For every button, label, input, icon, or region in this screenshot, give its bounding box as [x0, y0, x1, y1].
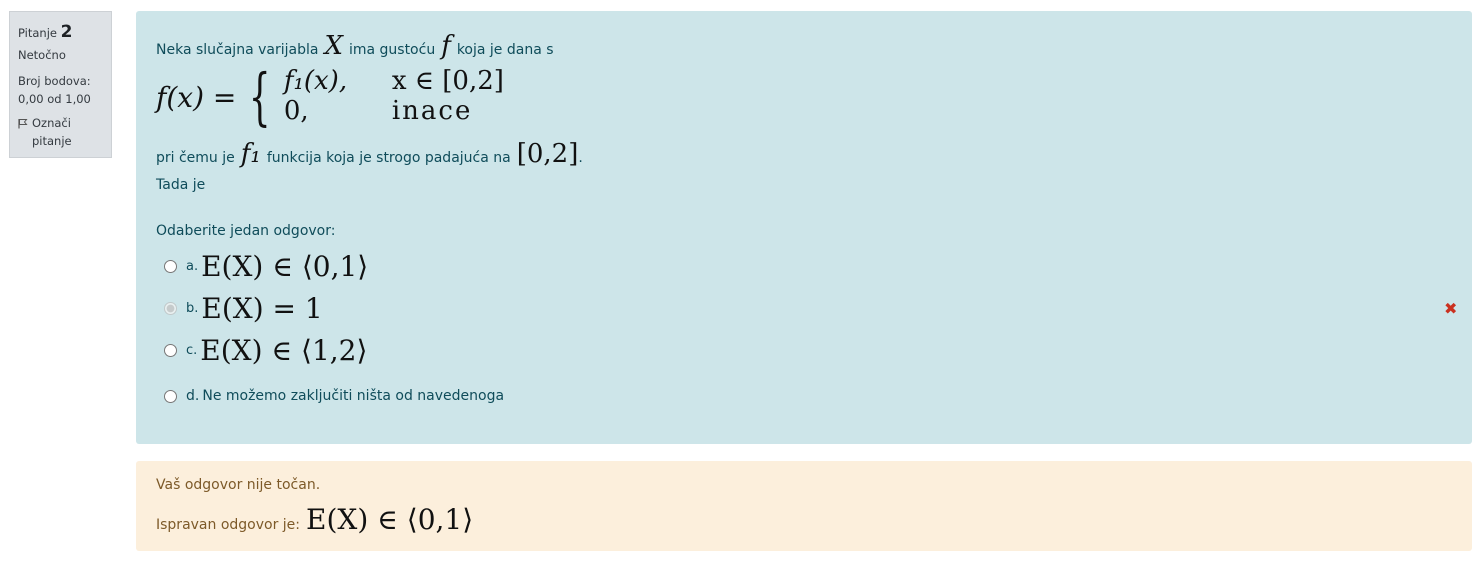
line3-period: . — [578, 150, 583, 166]
question-grade: Broj bodova: 0,00 od 1,00 — [18, 73, 103, 109]
answer-option-b[interactable]: b. E(X) = 1 ✖ — [156, 287, 1457, 329]
case-1-expression: f₁(x), — [283, 66, 348, 97]
flag-label: Označi pitanje — [32, 115, 72, 151]
density-formula: f(x) = { f₁(x), x ∈ [0,2] 0, inace — [156, 61, 1452, 133]
flag-icon — [18, 115, 28, 135]
question-text-line-1: Neka slučajna varijabla X ima gustoću f … — [156, 31, 1452, 61]
right-answer-math: E(X) ∈ ⟨0,1⟩ — [306, 503, 474, 536]
question-info-panel: Pitanje 2 Netočno Broj bodova: 0,00 od 1… — [9, 11, 112, 158]
intro-text-2: ima gustoću — [348, 42, 436, 58]
answer-radio-d[interactable] — [164, 389, 177, 403]
answer-text: Ne možemo zaključiti ništa od navedenoga — [202, 388, 505, 404]
answer-math: E(X) ∈ ⟨0,1⟩ — [201, 249, 369, 283]
case-row-2: 0, inace — [283, 96, 504, 127]
question-number: 2 — [60, 22, 73, 42]
answer-prompt: Odaberite jedan odgovor: — [156, 223, 336, 239]
answer-option-d[interactable]: d. Ne možemo zaključiti ništa od naveden… — [156, 371, 1452, 421]
question-number-row: Pitanje 2 — [18, 19, 103, 45]
line3-text-2: funkcija koja je strogo padajuća na — [266, 150, 511, 166]
math-f1: f₁ — [240, 139, 261, 169]
answer-radio-a[interactable] — [164, 259, 177, 273]
answer-option-c[interactable]: c. E(X) ∈ ⟨1,2⟩ — [156, 329, 1452, 371]
case-row-1: f₁(x), x ∈ [0,2] — [283, 66, 504, 97]
flag-question-toggle[interactable]: Označi pitanje — [18, 115, 103, 151]
answer-math: E(X) = 1 — [201, 291, 323, 325]
answer-radio-b[interactable] — [164, 301, 177, 315]
incorrect-icon: ✖ — [1444, 298, 1458, 318]
case-2-condition: inace — [391, 96, 473, 126]
answer-letter: b. — [186, 300, 199, 316]
question-label: Pitanje — [18, 26, 57, 40]
formula-cases: f₁(x), x ∈ [0,2] 0, inace — [283, 66, 504, 127]
grade-label: Broj bodova: — [18, 74, 91, 89]
answer-letter: d. — [186, 388, 200, 404]
math-var-x: X — [324, 31, 343, 61]
cases-brace: { — [249, 60, 271, 133]
intro-text-3: koja je dana s — [456, 42, 554, 58]
intro-text-1: Neka slučajna varijabla — [156, 42, 319, 58]
question-text-tada: Tada je — [156, 177, 206, 193]
answer-math: E(X) ∈ ⟨1,2⟩ — [200, 333, 368, 367]
answer-list: a. E(X) ∈ ⟨0,1⟩ b. E(X) = 1 ✖ c. E(X) ∈ … — [156, 245, 1457, 421]
math-interval: [0,2] — [516, 139, 579, 169]
feedback-incorrect: Vaš odgovor nije točan. — [156, 477, 321, 493]
line3-text-1: pri čemu je — [156, 150, 235, 166]
right-answer-label: Ispravan odgovor je: — [156, 517, 301, 533]
answer-option-a[interactable]: a. E(X) ∈ ⟨0,1⟩ — [156, 245, 1452, 287]
question-state: Netočno — [18, 48, 66, 63]
grade-value: 0,00 od 1,00 — [18, 91, 91, 106]
question-text-line-3: pri čemu je f₁ funkcija koja je strogo p… — [156, 139, 1452, 169]
flag-label-line-2: pitanje — [32, 133, 72, 148]
answer-radio-c[interactable] — [164, 343, 177, 357]
answer-letter: a. — [186, 258, 199, 274]
case-2-expression: 0, — [283, 96, 309, 126]
formula-lhs: f(x) = — [156, 80, 237, 114]
case-1-condition: x ∈ [0,2] — [391, 66, 504, 97]
answer-letter: c. — [186, 342, 198, 358]
feedback-panel: Vaš odgovor nije točan. Ispravan odgovor… — [136, 461, 1472, 551]
flag-label-line-1: Označi — [32, 115, 71, 130]
question-formulation: Neka slučajna varijabla X ima gustoću f … — [136, 11, 1472, 444]
math-var-f: f — [441, 31, 451, 61]
feedback-right-answer: Ispravan odgovor je: E(X) ∈ ⟨0,1⟩ — [156, 503, 1452, 536]
